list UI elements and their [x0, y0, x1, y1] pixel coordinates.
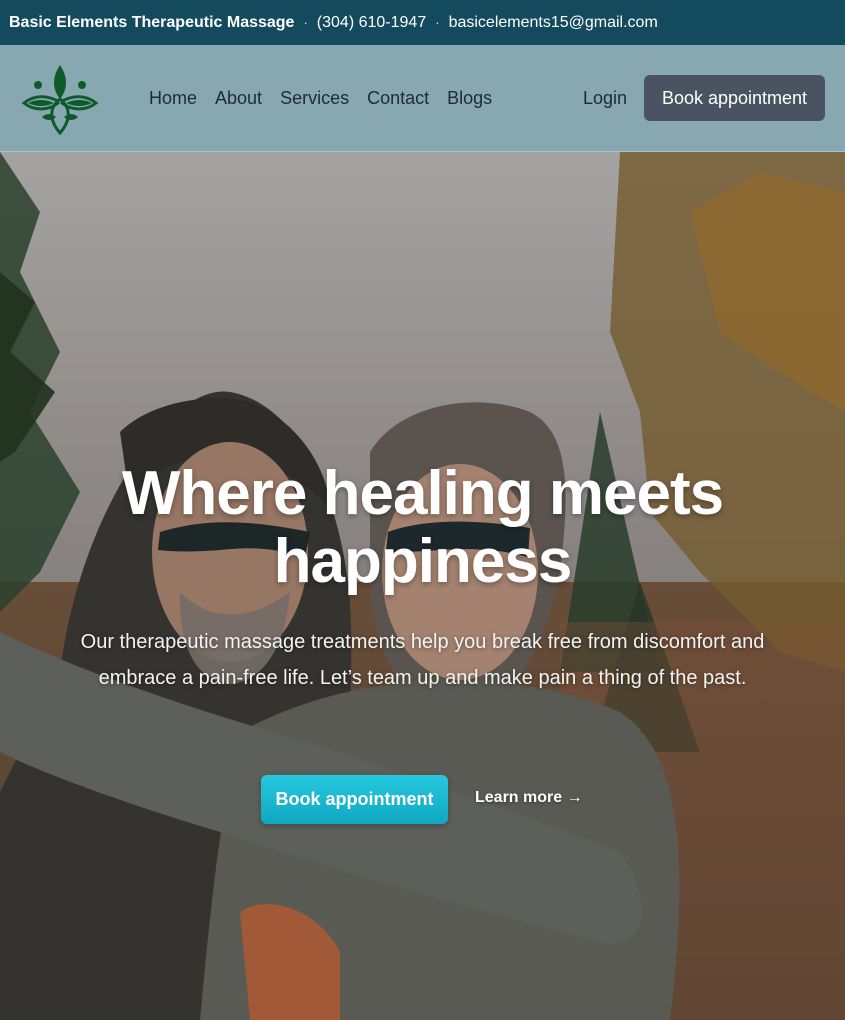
- nav-services[interactable]: Services: [280, 88, 349, 109]
- business-name: Basic Elements Therapeutic Massage: [9, 13, 295, 31]
- separator: ·: [303, 15, 308, 30]
- lotus-leaf-logo-icon[interactable]: [18, 59, 102, 137]
- hero-book-appointment-button[interactable]: Book appointment: [261, 775, 448, 824]
- main-navigation: Home About Services Contact Blogs: [149, 88, 492, 109]
- nav-home[interactable]: Home: [149, 88, 197, 109]
- nav-about[interactable]: About: [215, 88, 262, 109]
- login-link[interactable]: Login: [583, 88, 627, 109]
- site-header: Home About Services Contact Blogs Login …: [0, 45, 845, 152]
- nav-contact[interactable]: Contact: [367, 88, 429, 109]
- hero-subtitle: Our therapeutic massage treatments help …: [80, 631, 765, 689]
- separator: ·: [435, 15, 440, 30]
- hero-title: Where healing meets happiness: [121, 459, 724, 596]
- learn-more-link[interactable]: Learn more →: [475, 789, 583, 807]
- hero-section: Where healing meets happiness Our therap…: [0, 152, 845, 1020]
- email-address[interactable]: basicelements15@gmail.com: [449, 14, 658, 32]
- phone-number[interactable]: (304) 610-1947: [317, 14, 426, 32]
- header-book-appointment-button[interactable]: Book appointment: [644, 75, 825, 121]
- top-info-bar: Basic Elements Therapeutic Massage · (30…: [0, 0, 845, 45]
- nav-blogs[interactable]: Blogs: [447, 88, 492, 109]
